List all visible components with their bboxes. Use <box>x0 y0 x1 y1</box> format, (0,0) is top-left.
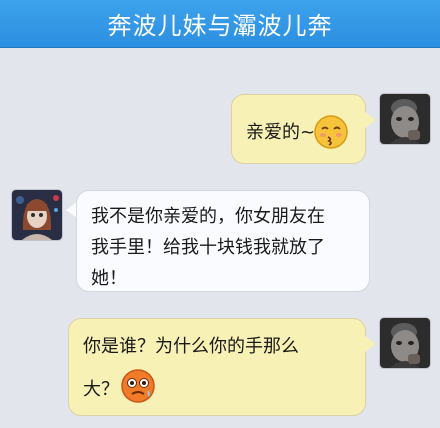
kiss-emoji-icon <box>314 115 348 149</box>
bubble-tail <box>365 336 376 352</box>
bubble-tail <box>365 112 376 128</box>
chat-title-bar: 奔波儿妹与灞波儿奔 <box>0 0 440 48</box>
message-text-line: 她！ <box>91 268 127 289</box>
my-avatar[interactable] <box>380 318 430 368</box>
angry-sweat-emoji-icon <box>121 369 155 403</box>
message-text-line: 我手里！给我十块钱我就放了 <box>91 237 325 258</box>
my-avatar[interactable] <box>380 94 430 144</box>
message-bubble-mine[interactable]: 你是谁？为什么你的手那么 大？ <box>68 318 366 416</box>
message-text-line: 我不是你亲爱的，你女朋友在 <box>91 206 325 227</box>
message-bubble-other[interactable]: 我不是你亲爱的，你女朋友在 我手里！给我十块钱我就放了 她！ <box>76 190 370 292</box>
chat-title: 奔波儿妹与灞波儿奔 <box>107 12 333 40</box>
message-text-line: 你是谁？为什么你的手那么 <box>83 336 299 357</box>
contact-avatar[interactable] <box>12 190 62 240</box>
message-text: 亲爱的~ <box>246 122 316 143</box>
